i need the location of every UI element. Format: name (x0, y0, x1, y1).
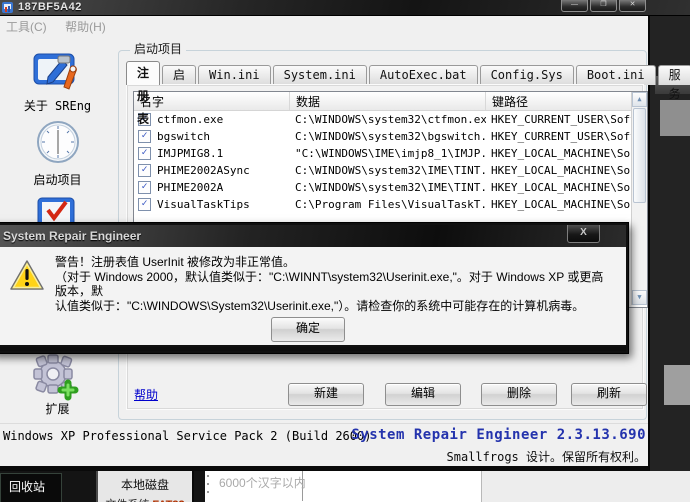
maximize-button[interactable]: ❐ (590, 0, 617, 12)
window-controls: — ❐ ✕ (561, 0, 646, 12)
menu-tools[interactable]: 工具(C) (0, 17, 55, 35)
row-data: C:\WINDOWS\system32\IME\TINT... (295, 164, 486, 177)
row-checkbox[interactable]: ✓ (138, 130, 151, 143)
dialog-message-line: （对于 Windows 2000，默认值类似于："C:\WINNT\system… (55, 269, 604, 299)
row-name: IMJPMIG8.1 (157, 147, 224, 160)
text-edit-area[interactable]: 6000个汉字以内 (205, 471, 481, 502)
row-keypath: HKEY_CURRENT_USER\Soft (491, 113, 637, 126)
sidebar-item-extensions[interactable]: 扩展 (0, 400, 115, 417)
tab-registry[interactable]: 注册表 (126, 61, 161, 126)
desktop-strip: 回收站 本地磁盘 文件系统:FAT32 6000个汉字以内 (0, 471, 690, 502)
row-name: bgswitch (157, 130, 210, 143)
table-row[interactable]: ✓ PHIME2002A C:\WINDOWS\system32\IME\TINT… (134, 179, 647, 196)
strip-right-panel (482, 471, 690, 502)
dialog-body: 警告！注册表值 UserInit 被修改为非正常值。 （对于 Windows 2… (0, 247, 626, 345)
dialog-titlebar[interactable]: System Repair Engineer X (0, 225, 626, 247)
tab-system-ini[interactable]: System.ini (272, 65, 367, 85)
titlebar[interactable]: 187BF5A42 — ❐ ✕ (0, 0, 690, 16)
tab-autoexec-bat[interactable]: AutoExec.bat (368, 65, 478, 85)
row-data: C:\WINDOWS\system32\ctfmon.exe (295, 113, 486, 126)
os-version-text: Windows XP Professional Service Pack 2 (… (3, 429, 372, 443)
row-data: C:\Program Files\VisualTaskT... (295, 198, 486, 211)
background-element (660, 100, 690, 136)
about-sreng-icon[interactable] (32, 52, 80, 101)
table-header: 名字 数据 键路径 (134, 92, 647, 111)
close-button[interactable]: ✕ (619, 0, 646, 12)
credit-text: Smallfrogs 设计。保留所有权利。 (446, 450, 646, 464)
table-row[interactable]: ✓ctfmon.exe C:\WINDOWS\system32\ctfmon.e… (134, 111, 647, 128)
dialog-message: 警告！注册表值 UserInit 被修改为非正常值。 （对于 Windows 2… (55, 255, 610, 313)
table-row[interactable]: ✓ VisualTaskTips C:\Program Files\VisualT… (134, 196, 647, 213)
local-disk-panel[interactable]: 本地磁盘 文件系统:FAT32 (96, 471, 194, 502)
row-keypath: HKEY_LOCAL_MACHINE\Sof (491, 164, 637, 177)
tab-win-ini[interactable]: Win.ini (198, 65, 271, 85)
sidebar-item-about[interactable]: 关于 SREng (0, 97, 115, 114)
recycle-bin-label[interactable]: 回收站 (0, 473, 62, 502)
row-checkbox[interactable]: ✓ (138, 198, 151, 211)
minimize-button[interactable]: — (561, 0, 588, 12)
table-row[interactable]: ✓ PHIME2002ASync C:\WINDOWS\system32\IME\… (134, 162, 647, 179)
table-scrollbar[interactable]: ▲ ▼ (631, 92, 647, 305)
background-element (664, 365, 690, 405)
dialog-bottom-border (0, 347, 626, 351)
new-button[interactable]: 新建 (288, 383, 364, 406)
dialog-title: System Repair Engineer (3, 229, 142, 243)
row-data: "C:\WINDOWS\IME\imjp8_1\IMJP... (295, 147, 486, 160)
groupbox-title: 启动项目 (130, 40, 187, 57)
delete-button[interactable]: 删除 (481, 383, 557, 406)
status-divider (0, 423, 648, 424)
row-keypath: HKEY_LOCAL_MACHINE\Sof (491, 147, 637, 160)
column-header-keypath[interactable]: 键路径 (486, 92, 647, 110)
row-keypath: HKEY_CURRENT_USER\Soft (491, 130, 637, 143)
extensions-icon-wrap[interactable] (28, 352, 82, 407)
row-checkbox[interactable]: ✓ (138, 147, 151, 160)
row-name: VisualTaskTips (157, 198, 250, 211)
row-name: PHIME2002ASync (157, 164, 250, 177)
row-checkbox[interactable]: ✓ (138, 164, 151, 177)
column-header-name[interactable]: 名字 (134, 92, 290, 110)
dialog-message-line: 认值类似于："C:\WINDOWS\System32\Userinit.exe,… (55, 298, 585, 313)
help-link[interactable]: 帮助 (134, 386, 158, 403)
refresh-button[interactable]: 刷新 (571, 383, 647, 406)
tab-config-sys[interactable]: Config.Sys (479, 65, 574, 85)
window-title: 187BF5A42 (18, 1, 82, 13)
row-name: PHIME2002A (157, 181, 224, 194)
row-data: C:\WINDOWS\system32\bgswitch... (295, 130, 486, 143)
tab-startup-folder[interactable]: 启动文件夹 (162, 65, 197, 158)
tools-window-icon (33, 53, 77, 90)
sidebar-item-startup[interactable]: 启动项目 (0, 171, 115, 188)
clock-icon (37, 121, 79, 163)
row-checkbox[interactable]: ✓ (138, 181, 151, 194)
dialog-close-button[interactable]: X (567, 225, 600, 243)
column-header-data[interactable]: 数据 (290, 92, 486, 110)
file-system-label: 文件系统:FAT32 (98, 496, 192, 502)
dialog-message-line: 警告！注册表值 UserInit 被修改为非正常值。 (55, 255, 296, 269)
table-row[interactable]: ✓ IMJPMIG8.1 "C:\WINDOWS\IME\imjp8_1\IMJP… (134, 145, 647, 162)
scroll-down-icon[interactable]: ▼ (632, 290, 647, 305)
warning-icon (10, 260, 44, 290)
ok-button[interactable]: 确定 (271, 317, 345, 342)
startup-items-icon-wrap[interactable] (36, 120, 80, 169)
row-name: ctfmon.exe (157, 113, 224, 126)
warning-dialog: System Repair Engineer X 警告！注册表值 UserIni… (0, 222, 629, 354)
row-keypath: HKEY_LOCAL_MACHINE\Sof (491, 198, 637, 211)
scrollbar-thumb[interactable] (633, 108, 646, 203)
menu-bar: 工具(C) 帮助(H) (0, 17, 648, 34)
gear-plus-icon (33, 354, 79, 401)
tab-bar: 注册表 启动文件夹 Win.ini System.ini AutoExec.ba… (126, 61, 690, 158)
table-row[interactable]: ✓ bgswitch C:\WINDOWS\system32\bgswitch..… (134, 128, 647, 145)
edit-button[interactable]: 编辑 (385, 383, 461, 406)
app-icon (2, 2, 13, 13)
row-keypath: HKEY_LOCAL_MACHINE\Sof (491, 181, 637, 194)
scroll-up-icon[interactable]: ▲ (632, 92, 647, 107)
app-version-text: System Repair Engineer 2.3.13.690 (351, 427, 646, 443)
input-hint-text: 6000个汉字以内 (211, 471, 306, 501)
tab-boot-ini[interactable]: Boot.ini (575, 65, 656, 85)
row-data: C:\WINDOWS\system32\IME\TINT... (295, 181, 486, 194)
menu-help[interactable]: 帮助(H) (59, 17, 114, 35)
edit-scroll-dots (207, 475, 209, 495)
tab-services[interactable]: 服务 (657, 65, 690, 101)
local-disk-label: 本地磁盘 (120, 478, 169, 492)
